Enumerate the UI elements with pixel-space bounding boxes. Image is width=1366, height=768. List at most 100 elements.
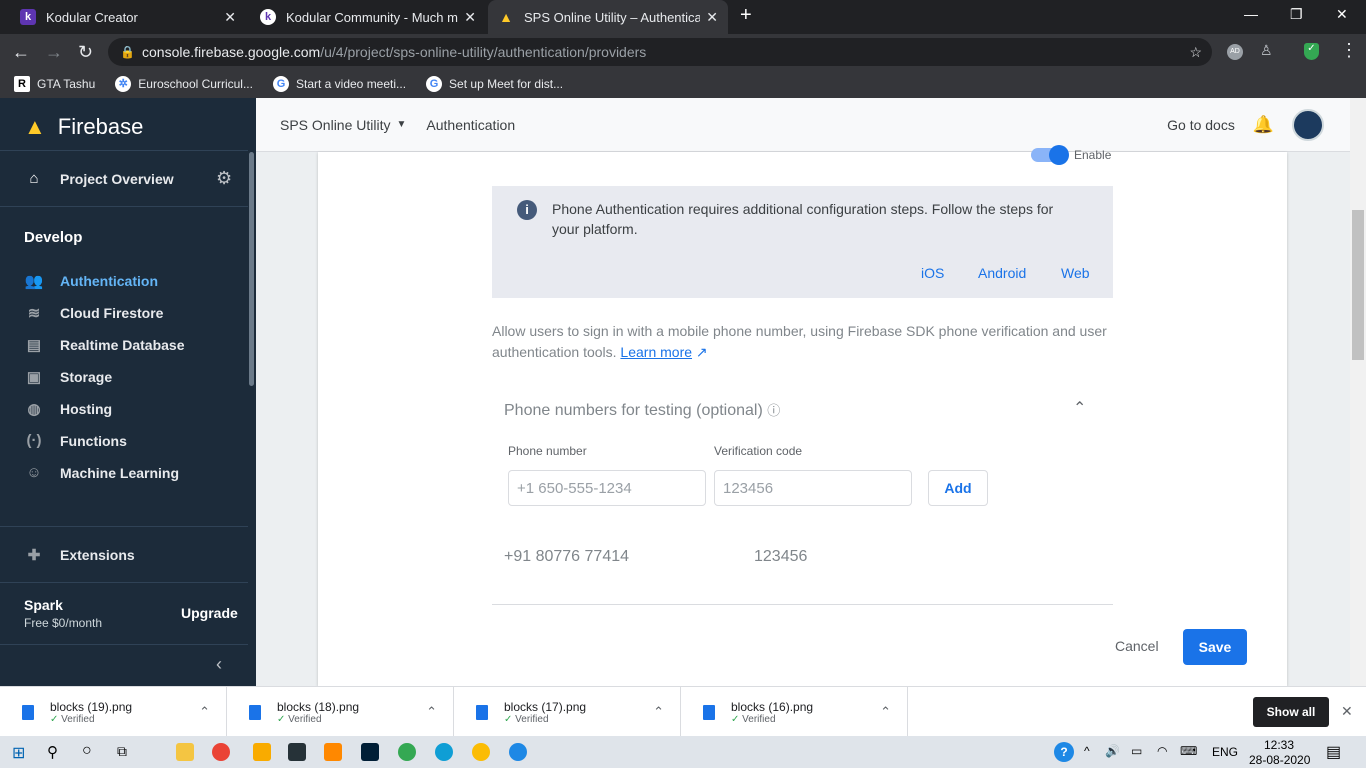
upgrade-button[interactable]: Upgrade bbox=[181, 605, 238, 621]
file-icon bbox=[22, 704, 34, 720]
minimize-button[interactable]: — bbox=[1244, 6, 1258, 22]
restore-button[interactable]: ❐ bbox=[1290, 6, 1303, 23]
sidebar-item-cloud-firestore[interactable]: ≋ Cloud Firestore bbox=[24, 304, 164, 322]
tab-kodular-community[interactable]: k Kodular Community - Much more ✕ bbox=[250, 0, 486, 34]
learn-more-link[interactable]: Learn more bbox=[620, 344, 692, 360]
help-icon[interactable] bbox=[509, 743, 527, 761]
star-icon[interactable]: ☆ bbox=[1189, 44, 1202, 61]
notifications-icon[interactable]: ▤ bbox=[1326, 742, 1341, 762]
edge-icon[interactable] bbox=[435, 743, 453, 761]
sidebar-item-authentication[interactable]: 👥 Authentication bbox=[24, 272, 158, 290]
wifi-icon[interactable]: ◠ bbox=[1157, 744, 1167, 758]
app-icon[interactable] bbox=[253, 743, 271, 761]
cancel-button[interactable]: Cancel bbox=[1115, 638, 1159, 654]
photoshop-icon[interactable] bbox=[361, 743, 379, 761]
section-develop[interactable]: Develop bbox=[24, 229, 82, 246]
description: Allow users to sign in with a mobile pho… bbox=[492, 323, 1107, 360]
app-icon[interactable] bbox=[288, 743, 306, 761]
go-to-docs-link[interactable]: Go to docs bbox=[1167, 117, 1235, 133]
close-icon[interactable]: ✕ bbox=[464, 9, 476, 26]
windows-start-icon[interactable]: ⊞ bbox=[12, 743, 25, 763]
functions-icon: (·) bbox=[26, 432, 42, 449]
volume-icon[interactable]: 🔊 bbox=[1105, 744, 1120, 758]
download-item[interactable]: blocks (16).png ✓ Verified ⌃ bbox=[681, 687, 908, 737]
task-view-icon[interactable]: ⧉ bbox=[117, 743, 127, 760]
download-item[interactable]: blocks (19).png ✓ Verified ⌃ bbox=[0, 687, 227, 737]
save-button[interactable]: Save bbox=[1183, 629, 1247, 665]
enable-label: Enable bbox=[1074, 148, 1112, 162]
bookmarks-bar: R GTA Tashu ✲ Euroschool Curricul... G Star… bbox=[0, 70, 1366, 98]
bookmark[interactable]: G Start a video meeti... bbox=[272, 76, 406, 92]
bell-icon[interactable]: 🔔 bbox=[1253, 115, 1274, 135]
phone-number-input[interactable]: +1 650-555-1234 bbox=[508, 470, 706, 506]
sidebar-item-functions[interactable]: (·) Functions bbox=[24, 432, 127, 449]
battery-icon[interactable]: ▭ bbox=[1131, 744, 1142, 758]
collapse-chevron-icon[interactable]: ‹ bbox=[216, 654, 222, 675]
chevron-up-icon[interactable]: ⌃ bbox=[1073, 398, 1086, 418]
tab-kodular-creator[interactable]: k Kodular Creator ✕ bbox=[10, 0, 246, 34]
language-indicator[interactable]: ENG bbox=[1212, 745, 1238, 759]
chevron-up-icon[interactable]: ⌃ bbox=[199, 704, 210, 720]
clock-time[interactable]: 12:33 bbox=[1264, 738, 1294, 752]
tab-firebase[interactable]: ▲SPS Online Utility – Authentication✕ bbox=[488, 0, 728, 34]
search-icon[interactable]: ⚲ bbox=[47, 743, 58, 761]
project-selector[interactable]: SPS Online Utility bbox=[280, 117, 390, 133]
app-icon[interactable] bbox=[398, 743, 416, 761]
sidebar-item-machine-learning[interactable]: ☺ Machine Learning bbox=[24, 464, 179, 481]
bookmark[interactable]: R GTA Tashu bbox=[14, 76, 95, 92]
close-icon[interactable]: ✕ bbox=[1341, 703, 1353, 720]
test-code: 123456 bbox=[754, 548, 808, 565]
dropdown-icon[interactable]: ▼ bbox=[396, 119, 406, 130]
enable-toggle[interactable] bbox=[1031, 145, 1069, 165]
download-item[interactable]: blocks (17).png ✓ Verified ⌃ bbox=[454, 687, 681, 737]
sidebar-item-extensions[interactable]: ✚ Extensions bbox=[24, 546, 135, 564]
chevron-up-icon[interactable]: ⌃ bbox=[653, 704, 664, 720]
chevron-up-icon[interactable]: ⌃ bbox=[426, 704, 437, 720]
close-window-button[interactable]: ✕ bbox=[1336, 6, 1348, 23]
avatar[interactable] bbox=[1292, 108, 1324, 141]
clock-date[interactable]: 28-08-2020 bbox=[1249, 753, 1310, 767]
help-icon[interactable]: ⓘ bbox=[767, 403, 780, 418]
web-link[interactable]: Web bbox=[1061, 265, 1090, 281]
bookmark[interactable]: ✲ Euroschool Curricul... bbox=[115, 76, 253, 92]
testing-title[interactable]: Phone numbers for testing (optional) ⓘ bbox=[504, 400, 780, 420]
download-item[interactable]: blocks (18).png ✓ Verified ⌃ bbox=[227, 687, 454, 737]
back-icon[interactable]: ← bbox=[12, 42, 30, 63]
sidebar-item-project-overview[interactable]: ⌂ Project Overview bbox=[24, 170, 173, 187]
keyboard-icon[interactable]: ⌨ bbox=[1180, 744, 1197, 758]
tray-chevron-icon[interactable]: ^ bbox=[1084, 744, 1090, 758]
verification-code-input[interactable]: 123456 bbox=[714, 470, 912, 506]
chevron-up-icon[interactable]: ⌃ bbox=[880, 704, 891, 720]
url-input[interactable]: 🔒 console.firebase.google.com/u/4/project… bbox=[108, 38, 1212, 66]
cortana-icon[interactable]: ○ bbox=[82, 742, 92, 760]
android-link[interactable]: Android bbox=[978, 265, 1026, 281]
close-icon[interactable]: ✕ bbox=[706, 9, 718, 26]
sidebar-item-storage[interactable]: ▣ Storage bbox=[24, 368, 112, 386]
gear-icon[interactable]: ⚙ bbox=[216, 168, 232, 189]
help-tray-icon[interactable]: ? bbox=[1054, 742, 1074, 762]
add-button[interactable]: Add bbox=[928, 470, 988, 506]
windows-taskbar: ⊞ ⚲ ○ ⧉ ? ^ 🔊 ▭ ◠ ⌨ ENG 12:33 28-08-2020… bbox=[0, 736, 1366, 768]
chrome-icon[interactable] bbox=[212, 743, 230, 761]
new-tab-button[interactable]: + bbox=[740, 4, 752, 27]
forward-icon[interactable]: → bbox=[45, 42, 63, 63]
sidebar-item-realtime-database[interactable]: ▤ Realtime Database bbox=[24, 336, 185, 354]
firebase-logo[interactable]: ▲ Firebase bbox=[24, 114, 143, 140]
reload-icon[interactable]: ↻ bbox=[78, 42, 93, 63]
page-scrollbar[interactable] bbox=[1350, 98, 1366, 686]
menu-icon[interactable]: ⋮ bbox=[1340, 40, 1358, 61]
chrome-icon[interactable] bbox=[472, 743, 490, 761]
close-icon[interactable]: ✕ bbox=[224, 9, 236, 26]
sidebar-scrollbar[interactable] bbox=[249, 152, 254, 386]
shield-icon[interactable]: ✓ bbox=[1304, 43, 1319, 60]
extension-icon[interactable]: ♙ bbox=[1260, 42, 1273, 59]
sidebar-item-hosting[interactable]: ◍ Hosting bbox=[24, 400, 112, 418]
ios-link[interactable]: iOS bbox=[921, 265, 944, 281]
vlc-icon[interactable] bbox=[324, 743, 342, 761]
bookmark[interactable]: G Set up Meet for dist... bbox=[426, 76, 563, 92]
extension-badge[interactable]: AD bbox=[1227, 44, 1243, 60]
page-title: Authentication bbox=[426, 116, 516, 133]
file-explorer-icon[interactable] bbox=[176, 743, 194, 761]
show-all-button[interactable]: Show all bbox=[1253, 697, 1329, 727]
address-bar-row: ← → ↻ 🔒 console.firebase.google.com/u/4/p… bbox=[0, 34, 1366, 70]
